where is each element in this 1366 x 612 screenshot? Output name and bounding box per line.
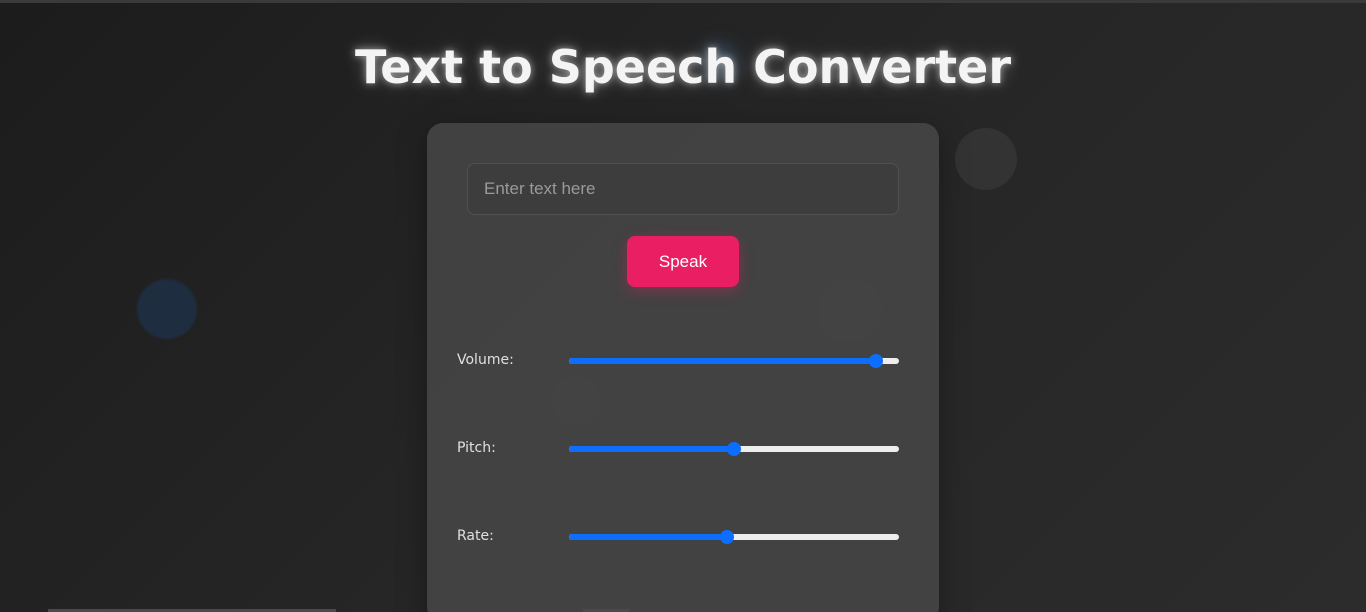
speak-button[interactable]: Speak — [627, 236, 739, 287]
rate-slider-thumb[interactable] — [720, 530, 735, 544]
pitch-control: Pitch: — [457, 438, 899, 462]
rate-control: Rate: — [457, 526, 899, 550]
window-top-edge — [0, 0, 1366, 3]
volume-slider[interactable] — [569, 354, 899, 368]
text-input[interactable] — [467, 163, 899, 215]
pitch-label: Pitch: — [457, 440, 496, 456]
volume-label: Volume: — [457, 352, 514, 368]
rate-slider[interactable] — [569, 530, 899, 544]
pitch-slider[interactable] — [569, 442, 899, 456]
decorative-bubble — [955, 128, 1017, 190]
rate-label: Rate: — [457, 528, 494, 544]
pitch-slider-thumb[interactable] — [727, 442, 741, 456]
converter-card: Speak Volume: Pitch: Rate: — [427, 123, 939, 612]
volume-control: Volume: — [457, 350, 899, 374]
volume-slider-fill — [569, 358, 876, 364]
rate-slider-fill — [569, 534, 728, 540]
pitch-slider-fill — [569, 446, 734, 452]
decorative-bubble — [137, 279, 197, 339]
page-title: Text to Speech Converter — [354, 40, 1012, 94]
volume-slider-thumb[interactable] — [868, 354, 883, 368]
